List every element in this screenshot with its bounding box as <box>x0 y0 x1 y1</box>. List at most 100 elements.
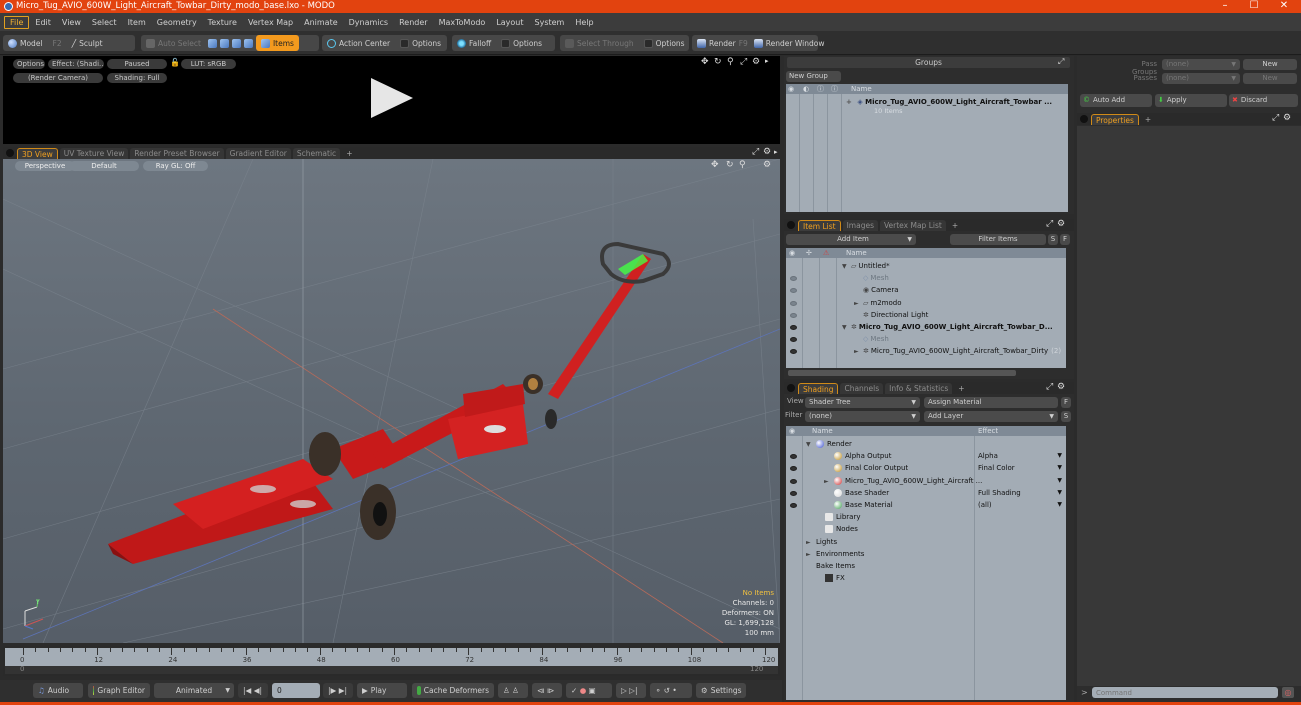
model-mode-button[interactable]: Model <box>3 35 48 51</box>
auto-key-icon[interactable]: ✓ <box>571 686 577 695</box>
add-item-dropdown[interactable]: Add Item ▼ <box>786 234 916 245</box>
menu-file[interactable]: File <box>4 15 30 29</box>
key-icon[interactable]: ♙ <box>503 686 510 695</box>
key-filter-icon[interactable]: ▣ <box>589 686 596 695</box>
tab-channels[interactable]: Channels <box>840 382 884 394</box>
polygons-mode-icon[interactable] <box>231 38 241 48</box>
3d-viewport[interactable]: Y Perspective Default Ray GL: Off ✥ ↻ ⚲ … <box>3 159 780 643</box>
maximize-icon[interactable]: ⤢ <box>740 57 747 67</box>
rotate-view-icon[interactable]: ↻ <box>726 160 734 170</box>
expand-arrow-icon[interactable]: ▸ <box>774 148 778 156</box>
timeline[interactable]: 0 12 24 36 48 60 72 84 96 108 120 0 120 <box>3 646 780 676</box>
panel-menu-icon[interactable] <box>6 149 14 157</box>
menu-geometry[interactable]: Geometry <box>152 17 202 28</box>
shader-tree-row[interactable]: Base Shader <box>824 487 889 499</box>
add-tab-button[interactable]: + <box>342 148 356 159</box>
visibility-eye-icon[interactable] <box>790 490 797 496</box>
tab-shading[interactable]: Shading <box>798 382 839 394</box>
expand-arrow-icon[interactable]: ► <box>854 298 863 310</box>
effect-dropdown[interactable]: Effect: (Shadi... <box>48 59 104 69</box>
menu-texture[interactable]: Texture <box>203 17 242 28</box>
zoom-view-icon[interactable]: ⚲ <box>739 160 746 170</box>
next-key-icon[interactable]: ⧐ <box>547 686 555 695</box>
item-list-row[interactable]: ► ▱ m2modo <box>854 297 902 309</box>
skip-to-start-icon[interactable]: |◀ <box>243 686 251 695</box>
stop-icon[interactable]: ◎ <box>1282 687 1294 698</box>
item-list-row[interactable]: ✲ Directional Light <box>854 309 928 321</box>
edges-mode-icon[interactable] <box>219 38 229 48</box>
perspective-dropdown[interactable]: Perspective <box>15 161 75 171</box>
action-center-options-button[interactable]: Options <box>395 35 446 51</box>
sculpt-mode-button[interactable]: ╱ Sculpt <box>67 35 108 51</box>
visibility-eye-icon[interactable] <box>790 337 797 343</box>
close-button[interactable]: ✕ <box>1270 0 1298 13</box>
shader-tree-row[interactable]: ► Lights <box>806 536 837 548</box>
maximize-button[interactable]: ☐ <box>1240 0 1268 13</box>
shader-tree-row[interactable]: ► Micro_Tug_AVIO_600W_Light_Aircraft ... <box>824 475 982 487</box>
graph-editor-button[interactable]: Graph Editor <box>88 683 150 698</box>
prev-key-icon[interactable]: ⧏ <box>537 686 545 695</box>
gear-icon[interactable]: ⚙ <box>763 160 771 170</box>
expand-arrow-icon[interactable]: ► <box>854 346 863 358</box>
channel-set-icon[interactable]: ⚬ <box>655 686 661 695</box>
play-render-icon[interactable] <box>371 78 413 118</box>
animated-dropdown[interactable]: Animated ▼ <box>154 683 234 698</box>
panel-menu-icon[interactable] <box>787 221 795 229</box>
add-tab-button[interactable]: + <box>948 220 962 231</box>
panel-menu-icon[interactable] <box>787 384 795 392</box>
add-tab-button[interactable]: + <box>1141 114 1155 125</box>
groups-list[interactable]: ◉ ◐ ⓘ ⓘ Name + ◈ Micro_Tug_AVIO_600W_Lig… <box>786 84 1068 212</box>
filter-items-input[interactable]: Filter Items <box>950 234 1046 245</box>
f-button[interactable]: F <box>1060 234 1070 245</box>
settings-button[interactable]: ⚙ Settings <box>696 683 746 698</box>
shader-tree-row[interactable]: Final Color Output <box>824 462 908 474</box>
tab-item-list[interactable]: Item List <box>798 219 841 231</box>
tab-images[interactable]: Images <box>842 219 878 231</box>
shader-tree-row[interactable]: Base Material <box>824 499 893 511</box>
select-through-button[interactable]: Select Through <box>560 35 639 51</box>
assign-material-button[interactable]: Assign Material <box>924 397 1058 408</box>
menu-render[interactable]: Render <box>394 17 432 28</box>
shader-tree[interactable]: ◉ Name Effect ▼ Render Alpha Output Alpha ▼ F… <box>786 426 1066 700</box>
expand-arrow-icon[interactable]: ► <box>806 537 816 549</box>
filter-dropdown[interactable]: (none) ▼ <box>805 411 920 422</box>
passes-dropdown[interactable]: (none) ▼ <box>1162 73 1240 84</box>
menu-edit[interactable]: Edit <box>30 17 56 28</box>
channel-remove-icon[interactable]: • <box>672 686 676 695</box>
falloff-button[interactable]: Falloff <box>452 35 496 51</box>
select-through-options-button[interactable]: Options <box>639 35 690 51</box>
menu-animate[interactable]: Animate <box>299 17 343 28</box>
lut-dropdown[interactable]: LUT: sRGB <box>181 59 236 69</box>
jump-next-icon[interactable]: ▷| <box>629 686 637 695</box>
move-view-icon[interactable]: ✥ <box>711 160 719 170</box>
lock-icon[interactable]: 🔓 <box>170 58 180 67</box>
pass-groups-dropdown[interactable]: (none) ▼ <box>1162 59 1240 70</box>
maximize-icon[interactable]: ⤢ <box>1046 382 1053 392</box>
maximize-icon[interactable]: ⤢ <box>1046 219 1053 229</box>
expand-arrow-icon[interactable]: ▸ <box>765 57 769 65</box>
shader-tree-row[interactable]: ► Environments <box>806 548 864 560</box>
maximize-icon[interactable]: ⤢ <box>1058 57 1064 67</box>
new-group-button[interactable]: New Group <box>786 71 841 82</box>
gear-icon[interactable]: ⚙ <box>1283 113 1291 123</box>
discard-button[interactable]: ✖ Discard <box>1229 94 1298 107</box>
shader-tree-row[interactable]: Alpha Output <box>824 450 891 462</box>
visibility-eye-icon[interactable] <box>790 454 797 460</box>
gear-icon[interactable]: ⚙ <box>752 57 760 67</box>
item-list-row[interactable]: ► ✲ Micro_Tug_AVIO_600W_Light_Aircraft_Tow… <box>854 345 1061 357</box>
add-tab-button[interactable]: + <box>954 383 968 394</box>
visibility-eye-icon[interactable] <box>790 288 797 294</box>
effect-dropdown[interactable]: Alpha ▼ <box>978 450 1064 462</box>
menu-select[interactable]: Select <box>87 17 122 28</box>
gear-icon[interactable]: ⚙ <box>763 147 771 157</box>
menu-system[interactable]: System <box>530 17 570 28</box>
shader-tree-row[interactable]: ▼ Render <box>806 438 852 450</box>
tab-info-statistics[interactable]: Info & Statistics <box>885 382 953 394</box>
tab-gradient-editor[interactable]: Gradient Editor <box>225 147 291 159</box>
auto-add-button[interactable]: © Auto Add <box>1080 94 1152 107</box>
render-options-button[interactable]: Options <box>13 59 45 69</box>
item-list-row[interactable]: ▼ ▱ Untitled* <box>842 260 890 272</box>
shader-tree-row[interactable]: Nodes <box>815 523 858 535</box>
raygl-dropdown[interactable]: Ray GL: Off <box>143 161 208 171</box>
expand-arrow-icon[interactable]: ► <box>824 476 834 488</box>
